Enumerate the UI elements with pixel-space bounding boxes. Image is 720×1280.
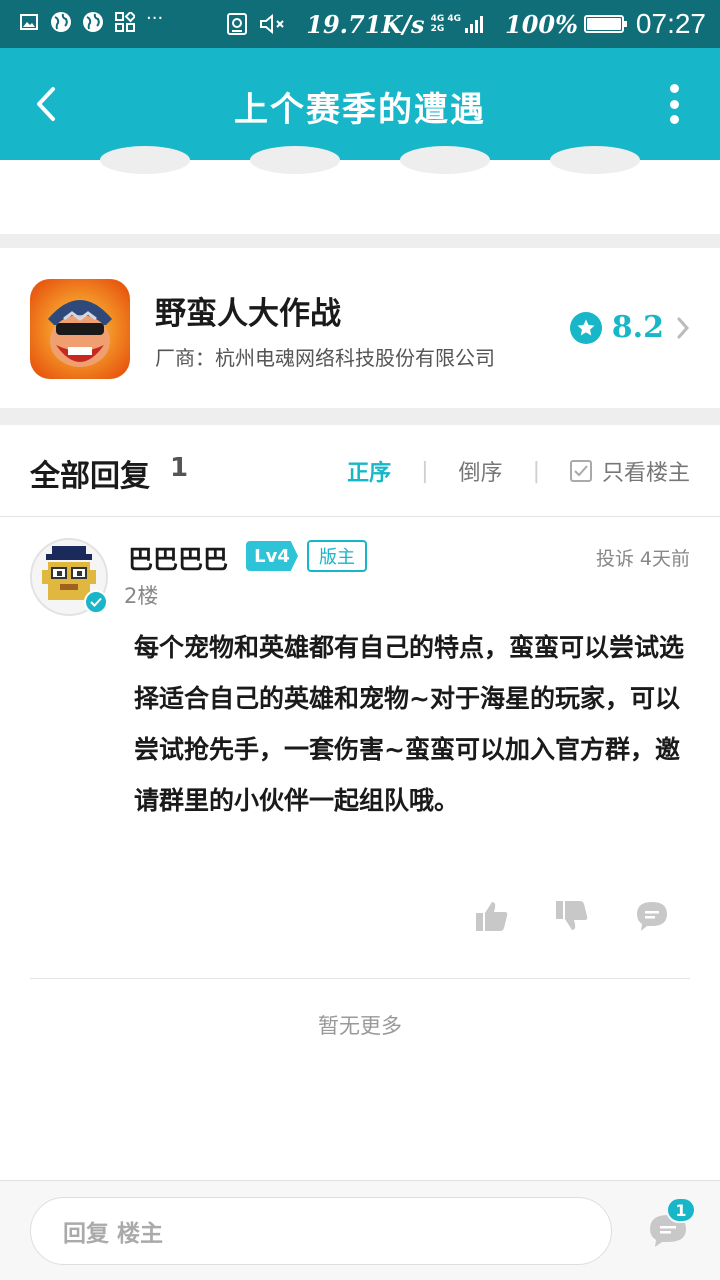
globe-icon: [50, 11, 72, 33]
username[interactable]: 巴巴巴巴: [128, 540, 228, 576]
mute-icon: [258, 13, 288, 35]
replies-header: 全部回复 1 正序 | 倒序 | 只看楼主: [0, 425, 720, 517]
only-op-label: 只看楼主: [601, 461, 690, 486]
section-divider: [0, 234, 720, 248]
battery-icon: [583, 15, 627, 33]
net-speed: 19.71K/s: [306, 9, 425, 39]
verified-icon: [84, 590, 108, 614]
status-overflow: ···: [146, 7, 164, 29]
network-top: 4G 4G: [430, 14, 462, 24]
bottom-bar: 回复 楼主 1: [0, 1180, 720, 1280]
divider: [30, 978, 690, 979]
scrolled-content-remnant: [0, 146, 720, 234]
page-title: 上个赛季的遭遇: [234, 90, 486, 130]
game-icon: [30, 279, 130, 379]
reply-button[interactable]: [634, 898, 670, 934]
status-right: 19.71K/s 4G 4G 2G 100% 07:27: [226, 6, 706, 42]
sort-descending-button[interactable]: 倒序: [459, 455, 503, 487]
replies-title: 全部回复: [30, 459, 150, 494]
like-button[interactable]: [474, 898, 510, 934]
app-grid-icon: [114, 11, 136, 33]
separator: |: [532, 458, 540, 484]
network-bottom: 2G: [430, 24, 445, 34]
report-button[interactable]: 投诉: [596, 544, 634, 571]
clock: 07:27: [635, 8, 706, 39]
dislike-button[interactable]: [554, 898, 590, 934]
no-more-label: 暂无更多: [318, 1014, 402, 1038]
reply-post: 巴巴巴巴 Lv4 版主 2楼 投诉 4天前 每个宠物和英雄都有自己的特点，蛮蛮可…: [0, 518, 720, 979]
globe-icon: [82, 11, 104, 33]
chevron-right-icon: [677, 317, 690, 338]
moderator-badge: 版主: [307, 540, 367, 572]
floor-number: 2楼: [124, 584, 159, 608]
section-divider: [0, 408, 720, 425]
more-vertical-icon: [669, 84, 679, 93]
checkbox-icon: [569, 460, 592, 482]
only-op-toggle[interactable]: 只看楼主: [569, 455, 690, 487]
status-bar: ··· 19.71K/s 4G 4G 2G 100% 07:27: [0, 0, 720, 48]
sort-ascending-button[interactable]: 正序: [347, 455, 391, 487]
reply-input[interactable]: 回复 楼主: [30, 1197, 612, 1265]
comments-count-badge: 1: [666, 1197, 696, 1223]
battery-percent: 100%: [505, 9, 578, 39]
thumbs-down-icon: [556, 901, 588, 930]
app-bar: 上个赛季的遭遇: [0, 48, 720, 160]
more-options-button[interactable]: [668, 84, 680, 124]
game-rating: 8.2: [569, 310, 690, 345]
separator: |: [421, 458, 429, 484]
thumbs-up-icon: [476, 902, 508, 931]
status-left-icons: ···: [18, 7, 164, 33]
level-badge: Lv4: [246, 541, 298, 571]
game-name: 野蛮人大作战: [155, 296, 341, 332]
battery-fill: [586, 18, 621, 30]
post-body: 每个宠物和英雄都有自己的特点，蛮蛮可以尝试选择适合自己的英雄和宠物~对于海星的玩…: [134, 633, 685, 815]
network-type: 4G 4G 2G: [431, 14, 461, 34]
replies-count: 1: [170, 453, 189, 483]
game-card[interactable]: 野蛮人大作战 厂商：杭州电魂网络科技股份有限公司 8.2: [0, 248, 720, 408]
sort-controls: 正序 | 倒序 | 只看楼主: [347, 455, 690, 487]
game-vendor: 厂商：杭州电魂网络科技股份有限公司: [155, 346, 495, 370]
gallery-icon: [18, 11, 40, 33]
post-time: 4天前: [639, 548, 690, 570]
star-icon: [569, 311, 602, 344]
post-actions: [430, 898, 670, 934]
comment-icon: [637, 902, 667, 931]
rating-value: 8.2: [611, 310, 664, 345]
nfc-icon: [226, 13, 248, 35]
signal-icon: [463, 13, 485, 35]
